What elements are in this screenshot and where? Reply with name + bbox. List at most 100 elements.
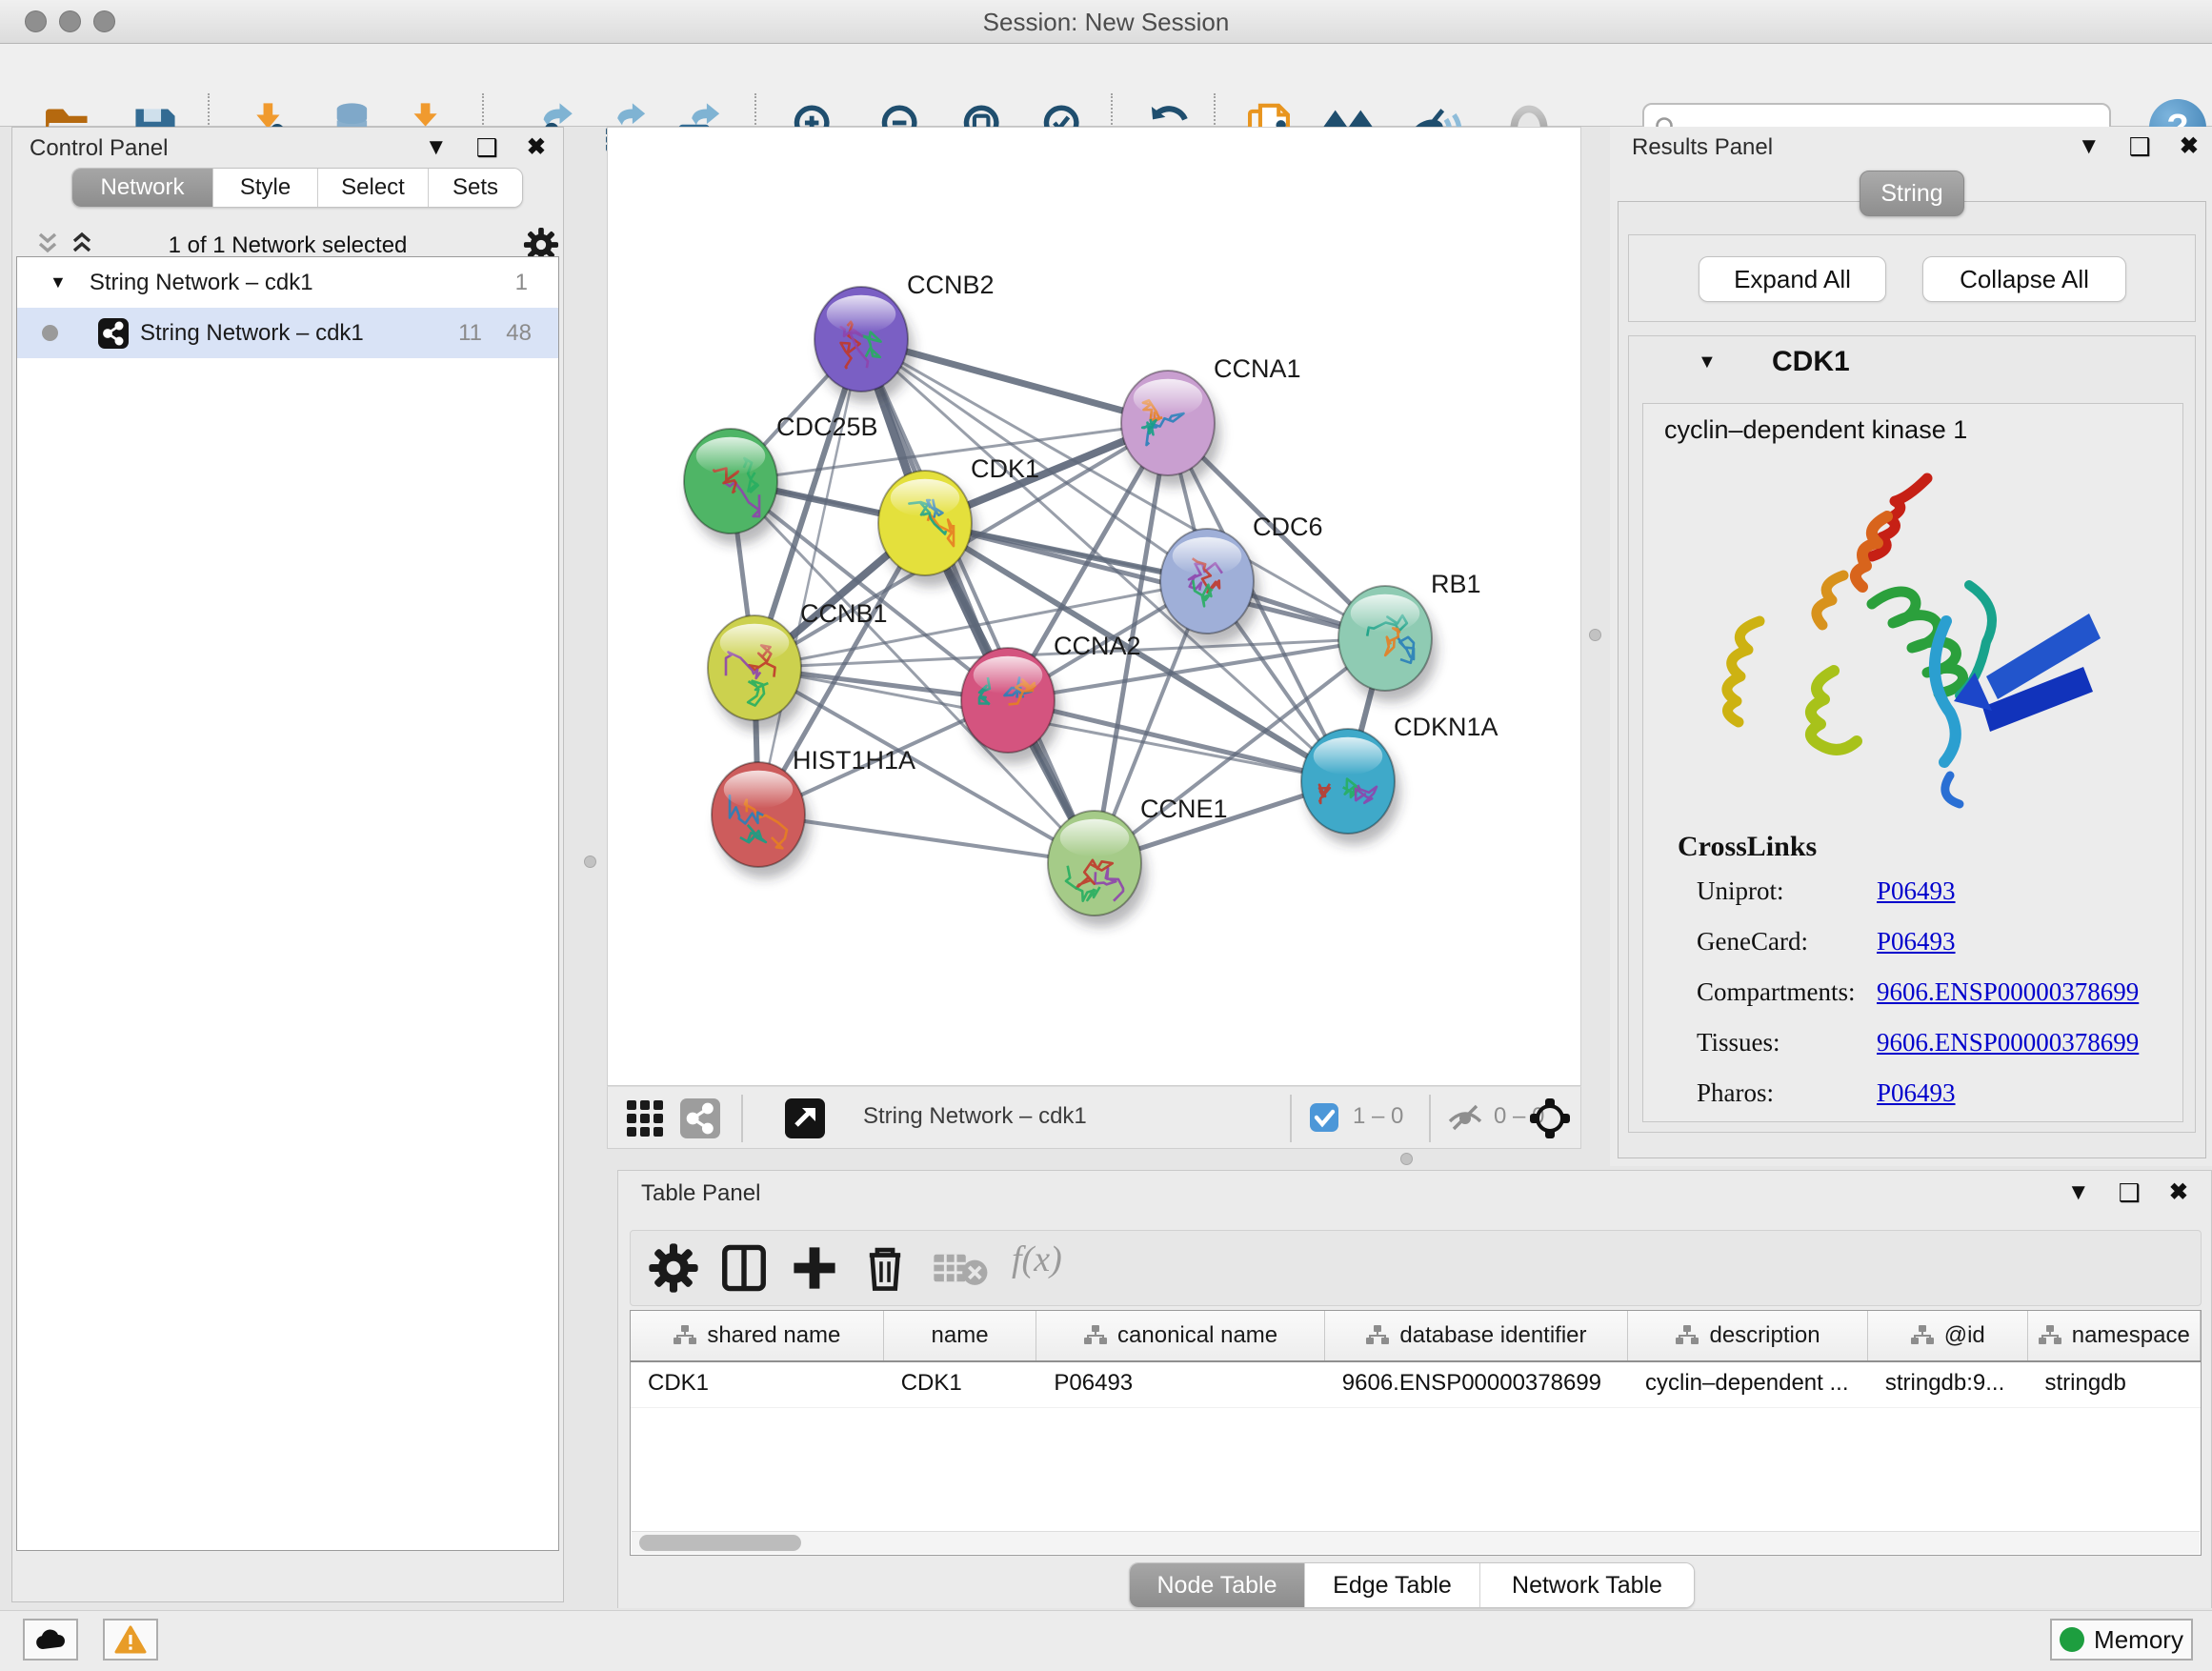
crosslink-link[interactable]: 9606.ENSP00000378699: [1877, 1028, 2139, 1057]
tab-style[interactable]: Style: [213, 169, 318, 207]
crosslink-link[interactable]: P06493: [1877, 927, 1956, 956]
string-view-icon[interactable]: [680, 1098, 720, 1138]
show-columns-icon[interactable]: [718, 1242, 770, 1294]
control-panel-title: Control Panel: [30, 135, 168, 162]
table-options-gear-icon[interactable]: [648, 1242, 699, 1294]
add-column-icon[interactable]: [789, 1242, 840, 1294]
zoom-window-icon[interactable]: [93, 10, 115, 32]
maximize-panel-icon[interactable]: ❑: [476, 135, 498, 160]
close-panel-icon[interactable]: ✖: [527, 136, 546, 159]
network-collection-row[interactable]: ▼ String Network – cdk1 1: [17, 257, 558, 308]
memory-label: Memory: [2094, 1625, 2183, 1655]
selected-checkbox-icon[interactable]: [1309, 1102, 1339, 1133]
network-node-rb1[interactable]: [1338, 586, 1432, 691]
table-row[interactable]: CDK1CDK1P064939606.ENSP00000378699cyclin…: [631, 1362, 2201, 1408]
maximize-panel-icon[interactable]: ❑: [2119, 1180, 2141, 1205]
crosslink-link[interactable]: P06493: [1877, 1078, 1956, 1108]
tab-node-table[interactable]: Node Table: [1130, 1563, 1305, 1607]
tab-network-table[interactable]: Network Table: [1480, 1563, 1694, 1607]
table-cell[interactable]: cyclin–dependent ...: [1628, 1362, 1868, 1407]
network-edge-count: 48: [506, 320, 532, 347]
open-in-window-icon[interactable]: [785, 1098, 825, 1138]
column-header-name[interactable]: name: [884, 1311, 1037, 1360]
horizontal-splitter-handle[interactable]: [1400, 1153, 1413, 1165]
table-cell[interactable]: CDK1: [884, 1362, 1037, 1407]
table-cell[interactable]: stringdb: [2027, 1362, 2201, 1407]
horizontal-scrollbar[interactable]: [632, 1531, 2200, 1554]
delete-column-icon[interactable]: [859, 1242, 911, 1294]
column-label: canonical name: [1117, 1322, 1277, 1349]
table-cell[interactable]: CDK1: [631, 1362, 884, 1407]
column-shared-icon: [673, 1324, 697, 1347]
delete-table-icon[interactable]: [932, 1242, 991, 1294]
expand-all-button[interactable]: Expand All: [1699, 256, 1886, 302]
column-header--id[interactable]: @id: [1868, 1311, 2028, 1360]
warnings-button[interactable]: [103, 1619, 158, 1661]
table-cell[interactable]: P06493: [1036, 1362, 1324, 1407]
gene-expander-icon[interactable]: ▼: [1698, 352, 1717, 373]
close-window-icon[interactable]: [25, 10, 47, 32]
network-view-canvas[interactable]: CCNB2CCNA1CDC25BCDK1CDC6RB1CCNB1CCNA2CDK…: [607, 127, 1581, 1086]
maximize-panel-icon[interactable]: ❑: [2129, 134, 2151, 159]
collapse-all-button[interactable]: Collapse All: [1922, 256, 2126, 302]
selected-count: 1 – 0: [1353, 1103, 1403, 1130]
vertical-splitter-handle[interactable]: [1589, 629, 1601, 641]
column-label: shared name: [707, 1322, 840, 1349]
protein-structure-image: [1700, 461, 2129, 814]
network-node-cdk1[interactable]: [878, 471, 972, 575]
network-name: String Network – cdk1: [140, 320, 364, 347]
network-row[interactable]: String Network – cdk1 11 48: [17, 308, 558, 358]
function-builder-icon[interactable]: f(x): [1012, 1238, 1062, 1280]
toolbar-separator: [741, 1095, 743, 1142]
network-node-cdc25b[interactable]: [684, 429, 777, 534]
column-label: namespace: [2072, 1322, 2190, 1349]
table-cell[interactable]: stringdb:9...: [1868, 1362, 2028, 1407]
close-panel-icon[interactable]: ✖: [2169, 1181, 2188, 1204]
gene-section: ▼ CDK1 cyclin–dependent kinase 1: [1628, 335, 2196, 1133]
float-panel-icon[interactable]: ▼: [425, 136, 448, 159]
network-node-ccnb1[interactable]: [708, 615, 801, 720]
grid-view-icon[interactable]: [625, 1098, 665, 1138]
column-header-database-identifier[interactable]: database identifier: [1325, 1311, 1628, 1360]
network-node-ccne1[interactable]: [1048, 811, 1141, 916]
network-node-hist1h1a[interactable]: [712, 762, 805, 867]
column-header-canonical-name[interactable]: canonical name: [1036, 1311, 1324, 1360]
tab-sets[interactable]: Sets: [429, 169, 522, 207]
scrollbar-thumb[interactable]: [639, 1535, 801, 1551]
network-node-ccna2[interactable]: [961, 648, 1055, 753]
crosslink-label: GeneCard:: [1697, 927, 1808, 956]
tab-select[interactable]: Select: [318, 169, 429, 207]
crosslink-link[interactable]: 9606.ENSP00000378699: [1877, 977, 2139, 1007]
network-node-ccna1[interactable]: [1121, 371, 1215, 475]
network-node-cdc6[interactable]: [1160, 529, 1254, 634]
float-panel-icon[interactable]: ▼: [2067, 1181, 2090, 1204]
float-panel-icon[interactable]: ▼: [2078, 135, 2101, 158]
column-header-namespace[interactable]: namespace: [2028, 1311, 2201, 1360]
network-node-ccnb2[interactable]: [814, 287, 908, 392]
crosslink-link[interactable]: P06493: [1877, 876, 1956, 906]
close-panel-icon[interactable]: ✖: [2180, 135, 2199, 158]
network-node-cdkn1a[interactable]: [1301, 729, 1395, 834]
column-label: description: [1709, 1322, 1820, 1349]
node-table: shared name name canonical name database id…: [630, 1310, 2202, 1556]
memory-button[interactable]: Memory: [2050, 1619, 2193, 1661]
tab-string[interactable]: String: [1860, 171, 1964, 216]
minimize-window-icon[interactable]: [59, 10, 81, 32]
tab-edge-table[interactable]: Edge Table: [1305, 1563, 1480, 1607]
node-label-ccnb1: CCNB1: [800, 599, 888, 628]
column-shared-icon: [1083, 1324, 1108, 1347]
results-panel-title: Results Panel: [1632, 134, 1773, 161]
collection-expander-icon[interactable]: ▼: [50, 272, 67, 292]
column-header-shared-name[interactable]: shared name: [631, 1311, 884, 1360]
cloud-status-button[interactable]: [23, 1619, 78, 1661]
column-header-description[interactable]: description: [1628, 1311, 1868, 1360]
vertical-splitter-handle[interactable]: [584, 856, 596, 868]
node-label-cdc25b: CDC25B: [776, 413, 878, 441]
table-panel: Table Panel ▼ ❑ ✖ f(x) shared namenameca…: [617, 1170, 2212, 1608]
crosslink-label: Tissues:: [1697, 1028, 1780, 1057]
table-cell[interactable]: 9606.ENSP00000378699: [1325, 1362, 1628, 1407]
string-network-graph[interactable]: CCNB2CCNA1CDC25BCDK1CDC6RB1CCNB1CCNA2CDK…: [608, 128, 1582, 1087]
birdseye-navigator-icon[interactable]: [1528, 1097, 1572, 1140]
node-label-rb1: RB1: [1431, 570, 1481, 598]
tab-network[interactable]: Network: [72, 169, 213, 207]
